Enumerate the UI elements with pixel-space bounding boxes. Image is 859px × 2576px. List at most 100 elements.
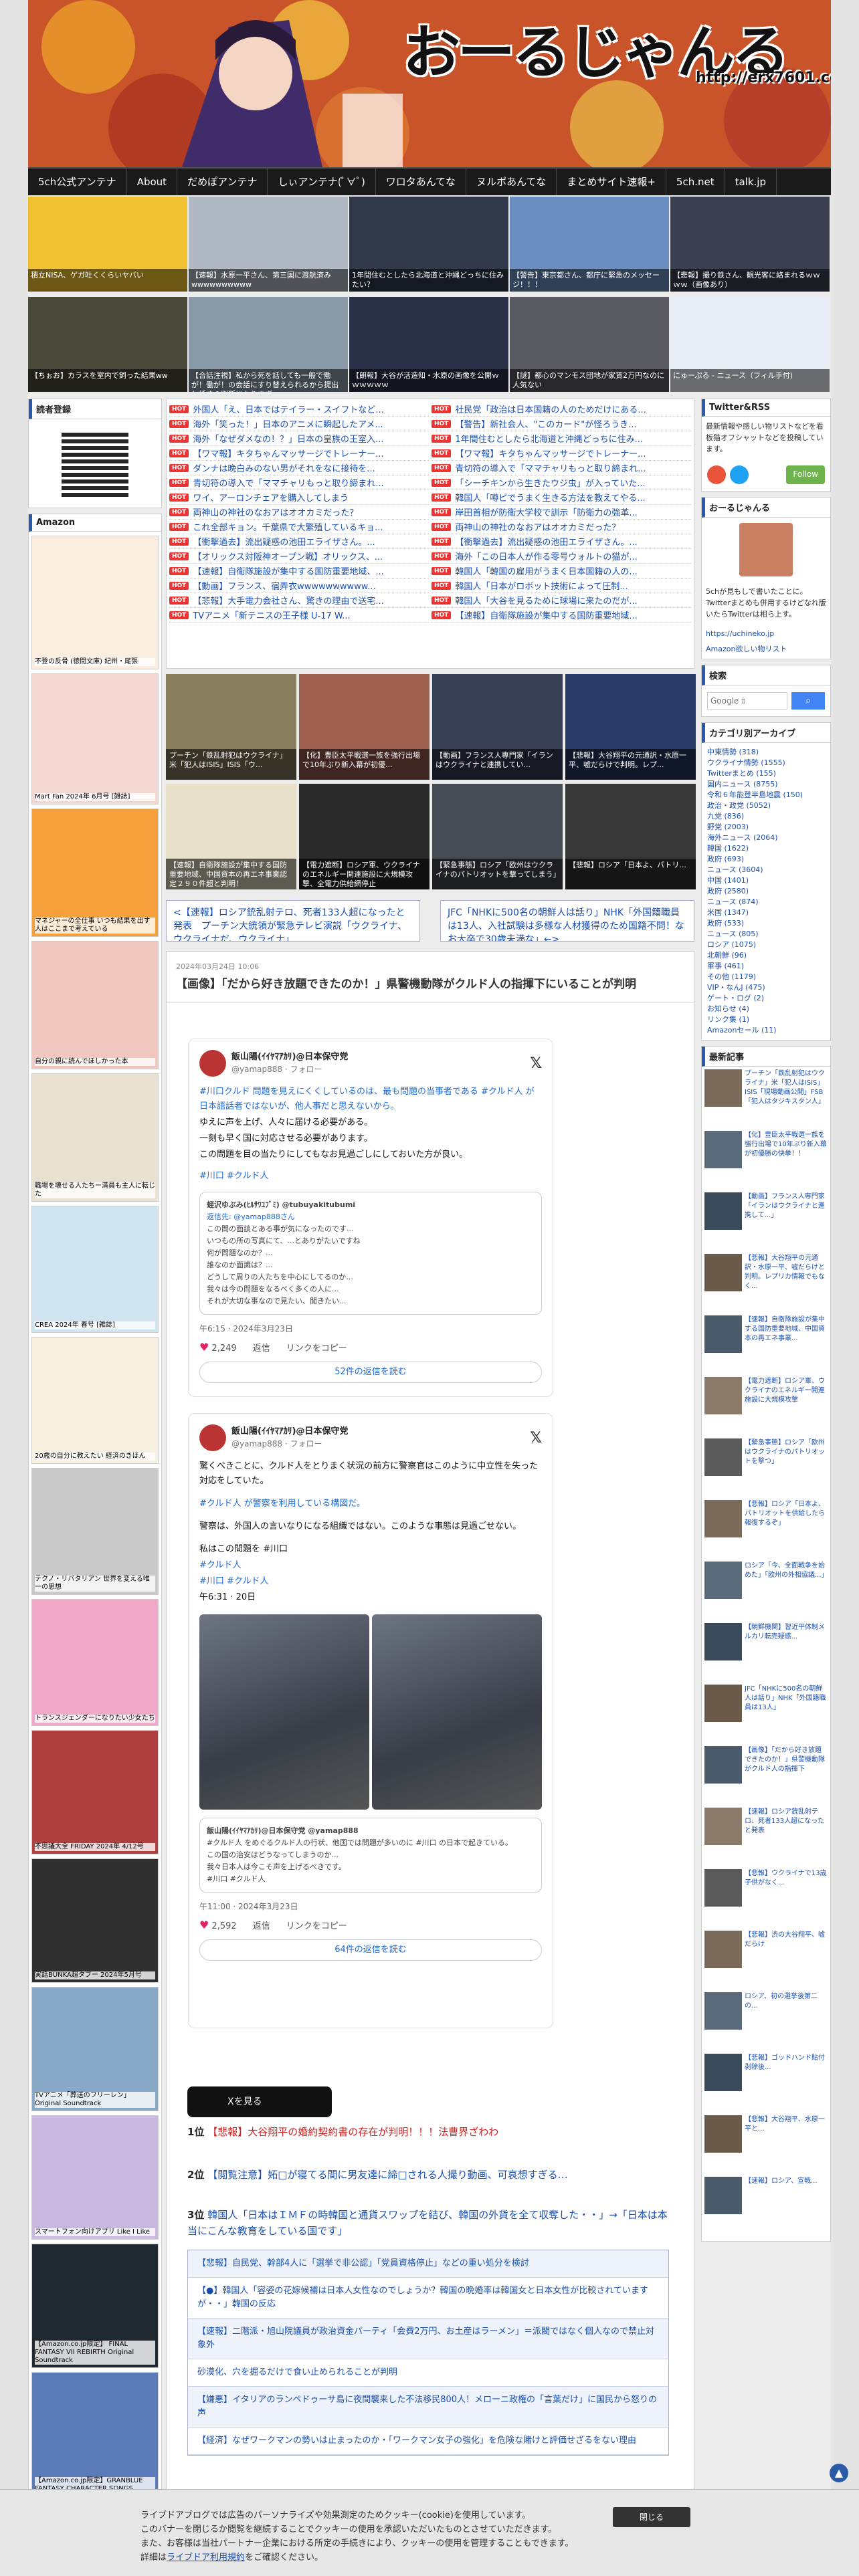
category-item[interactable]: 国内ニュース (8755) [707, 779, 825, 790]
recent-item[interactable]: 【緊急事態】ロシア「欧州はウクライナのパトリオットを撃つ」 [704, 1438, 828, 1495]
ranking-item[interactable]: HOT ワイ、アーロンチェアを購入してしまう [169, 490, 429, 505]
recent-thumbnail[interactable] [704, 2177, 742, 2214]
book-item[interactable]: Mart Fan 2024年 6月号 [雑誌] [31, 673, 159, 804]
category-item[interactable]: 野党 (2003) [707, 822, 825, 833]
related-3[interactable]: 3位 韓国人「日本はＩＭＦの時韓国と通貨スワップを結び、韓国の外貨を全て収奪した… [187, 2207, 669, 2239]
recent-item[interactable]: 【電力遮断】ロシア軍、ウクライナのエネルギー開連施設に大規模攻撃 [704, 1377, 828, 1433]
book-item[interactable]: CREA 2024年 春号 [雑誌] [31, 1206, 159, 1333]
scroll-top-icon[interactable]: ▲ [830, 2464, 848, 2482]
read-replies-button[interactable]: 64件の返信を読む [199, 1939, 542, 1961]
site-header[interactable]: おーるじゃんる http://erx7601.com [28, 0, 831, 167]
ranking-item[interactable]: HOT 【ワマ報】キタちゃんマッサージでトレーナー... [432, 446, 691, 461]
recent-thumbnail[interactable] [704, 1746, 742, 1784]
wishlist-link[interactable]: Amazon欲しい物リスト [702, 643, 830, 659]
ranking-item[interactable]: HOT 【ワマ報】キタちゃんマッサージでトレーナー... [169, 446, 429, 461]
recent-thumbnail[interactable] [704, 1562, 742, 1599]
ranking-item[interactable]: HOT 外国人「え、日本ではテイラー・スイフトなど... [169, 402, 429, 417]
tile[interactable]: 積立NISA、ゲガ吐くくらいヤバい [28, 197, 187, 292]
next-article-link[interactable]: JFC「NHKに500名の朝鮮人は話り」NHK「外国籍職員は13人、入社試験は多… [440, 900, 694, 942]
nav-item-talk-jp[interactable]: talk.jp [725, 169, 777, 195]
category-item[interactable]: Twitterまとめ (155) [707, 768, 825, 779]
recent-thumbnail[interactable] [704, 1623, 742, 1660]
category-item[interactable]: Amazonセール (11) [707, 1025, 825, 1036]
ranking-item[interactable]: HOT 【衝撃過去】流出疑惑の池田エライザさん。... [169, 534, 429, 549]
ranking-item[interactable]: HOT 「シーチキンから生きたウジ虫」が入っていた... [432, 475, 691, 490]
book-item[interactable]: トランスジェンダーになりたい少女たち [31, 1599, 159, 1726]
like-button[interactable]: ♥ 2,592 [199, 1919, 237, 1931]
search-button[interactable]: ⌕ [791, 692, 825, 710]
recent-item[interactable]: 【速報】自衛隊施設が集中する国防重要地域、中国資本の再エネ事業... [704, 1315, 828, 1372]
ranking-item[interactable]: HOT TVアニメ「新テニスの王子様 U-17 W... [169, 608, 429, 623]
table-row[interactable]: 【●】韓国人「容姿の花嫁候補は日本人女性なのでしょうか？韓国の晩婚率は韓国女と日… [188, 2278, 668, 2319]
table-row[interactable]: 砂漠化、穴を掘るだけで食い止められることが判明 [188, 2359, 668, 2387]
copy-link-button[interactable]: リンクをコピー [286, 1919, 347, 1931]
table-row[interactable]: 【嫌悪】イタリアのランペドゥーサ島に夜間襲来した不法移民800人！メローニ政権の… [188, 2387, 668, 2428]
grid-item[interactable]: 【動画】フランス人専門家「イランはウクライナと連携してい... [432, 674, 563, 780]
grid-item[interactable]: 【悲報】ロシア「日本よ、パトリ... [565, 784, 696, 889]
recent-item[interactable]: 【悲報】ウクライナで13歳子供がなく... [704, 1869, 828, 1925]
recent-thumbnail[interactable] [704, 1069, 742, 1107]
category-item[interactable]: 軍事 (461) [707, 961, 825, 972]
like-button[interactable]: ♥ 2,249 [199, 1341, 237, 1354]
recent-thumbnail[interactable] [704, 1500, 742, 1537]
profile-link[interactable]: https://uchineko.jp [702, 624, 830, 643]
table-row[interactable]: 【経済】なぜワークマンの勢いは止まったのか・「ワークマン女子の強化」を危険な賭け… [188, 2428, 668, 2455]
prev-article-link[interactable]: <【速報】ロシア銃乱射テロ、死者133人超になったと発表 プーチン大統領が緊急テ… [166, 900, 420, 942]
recent-item[interactable]: 【化】豊臣太平戦選一族を強行出場で10年ぶり新入幕が初優勝の快挙！！ [704, 1131, 828, 1187]
ranking-item[interactable]: HOT 韓国人「韓国の雇用がうまく日本国籍の人の... [432, 564, 691, 578]
category-item[interactable]: 令和６年能登半島地震 (150) [707, 790, 825, 800]
recent-item[interactable]: 【動画】フランス人専門家「イランはウクライナと連携して...」 [704, 1192, 828, 1249]
ranking-item[interactable]: HOT 社民党「政治は日本国籍の人のためだけにある... [432, 402, 691, 417]
recent-thumbnail[interactable] [704, 1808, 742, 1845]
read-replies-button[interactable]: 52件の返信を読む [199, 1362, 542, 1383]
reply-button[interactable]: 返信 [253, 1919, 270, 1931]
category-item[interactable]: 政府 (693) [707, 854, 825, 865]
ranking-item[interactable]: HOT 【警告】新社会人、"このカード"が怪ろうき... [432, 417, 691, 431]
book-item[interactable]: 【Amazon.co.jp限定】 FINAL FANTASY VII REBIR… [31, 2244, 159, 2368]
twitter-icon[interactable] [730, 465, 749, 484]
ranking-item[interactable]: HOT 海外「この日本人が作る零号ウォルトの猫が... [432, 549, 691, 564]
recent-item[interactable]: 【悲報】ロシア「日本よ、パトリオットを供給したら報復するぞ」 [704, 1500, 828, 1556]
grid-item[interactable]: 【緊急事態】ロシア「欧州はウクライナのパトリオットを撃ってしまう」 [432, 784, 563, 889]
related-1[interactable]: 1位 【悲報】大谷翔平の婚約契約書の存在が判明！！！法曹界ざわわ [187, 2124, 669, 2140]
ranking-item[interactable]: HOT 【速報】自衛隊施設が集中する国防重要地域... [432, 608, 691, 623]
category-item[interactable]: 政府 (2580) [707, 886, 825, 897]
category-item[interactable]: ニュース (3604) [707, 865, 825, 875]
ranking-item[interactable]: HOT 【衝撃過去】流出疑惑の池田エライザさん。... [432, 534, 691, 549]
quoted-tweet[interactable]: 飯山陽(ｲｲﾔﾏｱｶﾘ)@日本保守党 @yamap888 #クルド人 をめぐるク… [199, 1818, 542, 1893]
ranking-item[interactable]: HOT 青切符の導入で「ママチャリもっと取り締まれ... [432, 461, 691, 475]
recent-item[interactable]: JFC「NHKに500名の朝鮮人は話り」NHK「外国籍職員は13人」 [704, 1685, 828, 1741]
book-item[interactable]: スマートフォン向けアプリ Like I Like [31, 2115, 159, 2240]
tile[interactable]: 【悲報】撮り鉄さん、観光客に絡まれるｗｗｗｗ（画像あり） [670, 197, 830, 292]
cookie-close-button[interactable]: 閉じる [613, 2507, 690, 2527]
nav-item-matome[interactable]: まとめサイト速報+ [557, 169, 666, 195]
ranking-item[interactable]: HOT 【速報】自衛隊施設が集中する国防重要地域、... [169, 564, 429, 578]
ranking-item[interactable]: HOT 海外「なぜダメなの！？」日本の皇族の王室入... [169, 431, 429, 446]
copy-link-button[interactable]: リンクをコピー [286, 1341, 347, 1354]
nav-item-5ch-net[interactable]: 5ch.net [666, 169, 725, 195]
recent-thumbnail[interactable] [704, 1992, 742, 2030]
category-item[interactable]: 政治・政党 (5052) [707, 800, 825, 811]
category-item[interactable]: 海外ニュース (2064) [707, 833, 825, 843]
nav-item-damepo[interactable]: だめぽアンテナ [177, 169, 268, 195]
category-item[interactable]: ロシア (1075) [707, 940, 825, 950]
grid-item[interactable]: 【速報】自衛隊施設が集中する国防重要地域、中国資本の再エネ事業認定２９０件超と判… [166, 784, 296, 889]
grid-item[interactable]: プーチン「鉄乱射犯はウクライナ」米「犯人はISIS」ISIS「ウ... [166, 674, 296, 780]
category-item[interactable]: ゲート・ログ (2) [707, 993, 825, 1004]
recent-thumbnail[interactable] [704, 1377, 742, 1414]
recent-item[interactable]: 【速報】ロシア、宣戦... [704, 2177, 828, 2233]
recent-item[interactable]: 【画像】「だから好き放題できたのか！」県警機動隊がクルド人の指揮下 [704, 1746, 828, 1802]
recent-item[interactable]: 【朝鮮機関】習近平体制メルカリ転売疑惑... [704, 1623, 828, 1679]
category-item[interactable]: 北朝鮮 (96) [707, 950, 825, 961]
recent-thumbnail[interactable] [704, 1869, 742, 1907]
tile[interactable]: 1年間住むとしたら北海道と沖縄どっちに住みたい？ [349, 197, 508, 292]
category-item[interactable]: VIP・なんJ (475) [707, 982, 825, 993]
table-row[interactable]: 【速報】二階派・旭山院議員が政治資金パーティ「会費2万円、お土産はラーメン」＝派… [188, 2319, 668, 2359]
category-item[interactable]: その他 (1179) [707, 972, 825, 982]
ranking-item[interactable]: HOT 【悲報】大手電力会社さん、驚きの理由で送宅... [169, 593, 429, 608]
recent-thumbnail[interactable] [704, 1131, 742, 1168]
x-logo-icon[interactable]: 𝕏 [530, 1055, 542, 1072]
ranking-item[interactable]: HOT 1年間住むとしたら北海道と沖縄どっちに住み... [432, 431, 691, 446]
terms-link[interactable]: ライブドア利用規約 [167, 2553, 245, 2563]
tweet-photo[interactable] [199, 1614, 369, 1810]
